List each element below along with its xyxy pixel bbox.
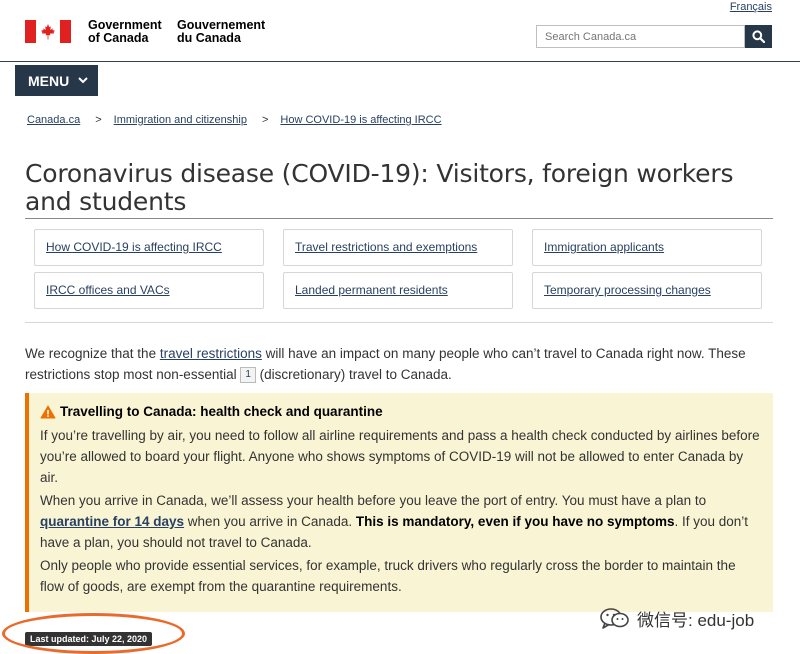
tile-covid-affecting-ircc[interactable]: How COVID-19 is affecting IRCC [34,229,264,266]
breadcrumb: Canada.ca > Immigration and citizenship … [27,114,442,126]
tile-landed-permanent-residents[interactable]: Landed permanent residents [283,272,513,309]
alert-paragraph-2: When you arrive in Canada, we’ll assess … [40,493,749,550]
breadcrumb-separator: > [95,114,102,126]
breadcrumb-separator: > [261,114,269,126]
chevron-down-icon [78,77,88,84]
breadcrumb-canada-ca[interactable]: Canada.ca [27,114,80,126]
warning-triangle-icon [40,405,56,418]
menu-button[interactable]: MENU [15,65,98,96]
intro-paragraph: We recognize that the travel restriction… [25,346,746,383]
title-divider [25,218,773,219]
tile-immigration-applicants[interactable]: Immigration applicants [532,229,762,266]
tile-travel-restrictions[interactable]: Travel restrictions and exemptions [283,229,513,266]
canada-flag-icon[interactable] [25,20,71,43]
tiles-divider [25,322,773,323]
search-icon [752,30,765,43]
site-header: Français Government of Canada Gouverneme… [0,0,800,62]
quarantine-14-days-link[interactable]: quarantine for 14 days [40,514,184,529]
tile-temporary-processing[interactable]: Temporary processing changes [532,272,762,309]
search-input[interactable] [536,25,745,48]
wordmark-english[interactable]: Government of Canada [88,19,162,45]
wechat-icon [600,607,629,629]
tile-ircc-offices[interactable]: IRCC offices and VACs [34,272,264,309]
alert-paragraph-3: Only people who provide essential servic… [40,558,736,594]
highlight-circle-annotation [2,613,185,654]
wordmark-french[interactable]: Gouvernement du Canada [177,19,265,45]
footnote-1-link[interactable]: 1 [240,367,256,383]
breadcrumb-covid-ircc[interactable]: How COVID-19 is affecting IRCC [280,114,441,126]
page-title: Coronavirus disease (COVID-19): Visitors… [25,159,734,216]
menu-label: MENU [28,72,70,89]
search-button[interactable] [745,25,772,48]
alert-paragraph-1: If you’re travelling by air, you need to… [40,428,760,485]
travel-restrictions-link[interactable]: travel restrictions [160,346,262,361]
wechat-watermark: 微信号: edu-job [600,606,754,631]
language-toggle-link[interactable]: Français [730,1,772,13]
health-check-alert: Travelling to Canada: health check and q… [25,393,773,612]
alert-heading: Travelling to Canada: health check and q… [40,404,760,419]
breadcrumb-immigration[interactable]: Immigration and citizenship [114,114,247,126]
